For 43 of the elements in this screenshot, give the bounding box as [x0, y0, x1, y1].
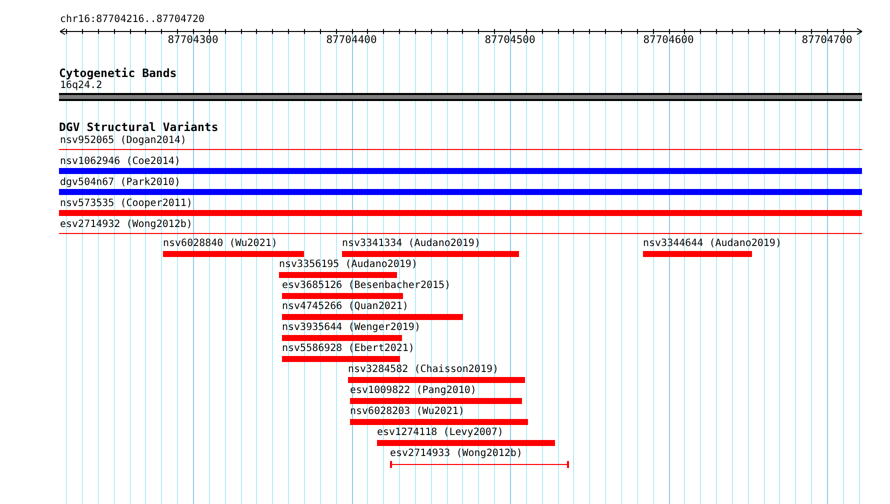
feature-bar[interactable] [643, 251, 752, 257]
tick-label: 87704300 [168, 34, 218, 46]
feature-bar[interactable] [163, 251, 304, 257]
feature-label: esv1009822 (Pang2010) [350, 385, 476, 397]
tick-label: 87704600 [643, 34, 694, 46]
feature-label: nsv573535 (Cooper2011) [60, 198, 192, 210]
feature-line[interactable] [390, 461, 569, 468]
feature-label: esv2714932 (Wong2012b) [60, 219, 192, 231]
track-title: Cytogenetic Bands [59, 67, 177, 80]
feature-label: esv1274118 (Levy2007) [377, 427, 504, 439]
feature-label: esv3685126 (Besenbacher2015) [282, 280, 451, 292]
tick-label: 87704400 [326, 34, 377, 46]
tick-label: 87704500 [484, 34, 536, 46]
feature-label: nsv3341334 (Audano2019) [342, 238, 480, 250]
feature-label: nsv1062946 (Coe2014) [60, 156, 180, 168]
track-title: DGV Structural Variants [59, 121, 218, 134]
feature-label: nsv6028203 (Wu2021) [350, 406, 464, 418]
feature-label: nsv3344644 (Audano2019) [643, 238, 782, 250]
feature-bar[interactable] [282, 356, 400, 362]
band-label: 16q24.2 [60, 80, 102, 92]
feature-bar[interactable] [350, 419, 528, 425]
tick-label: 87704700 [802, 34, 852, 46]
feature-bar[interactable] [279, 272, 397, 278]
feature-label: dgv504n67 (Park2010) [60, 177, 180, 189]
feature-label: nsv3356195 (Audano2019) [279, 259, 418, 271]
feature-bar[interactable] [59, 189, 862, 195]
feature-label: esv2714933 (Wong2012b) [390, 448, 522, 460]
feature-bar[interactable] [59, 168, 862, 174]
feature-label: nsv3284582 (Chaisson2019) [348, 364, 499, 376]
feature-bar[interactable] [282, 293, 403, 299]
feature-bar[interactable] [342, 251, 519, 257]
feature-label: nsv952065 (Dogan2014) [60, 135, 186, 147]
location-label: chr16:87704216..87704720 [60, 14, 204, 26]
feature-label: nsv3935644 (Wenger2019) [282, 322, 420, 334]
feature-bar[interactable] [282, 335, 402, 341]
feature-bar[interactable] [350, 398, 522, 404]
feature-bar[interactable] [282, 314, 463, 320]
feature-bar[interactable] [59, 210, 862, 216]
feature-label: nsv5586928 (Ebert2021) [282, 343, 414, 355]
feature-bar[interactable] [377, 440, 555, 446]
feature-label: nsv4745266 (Quan2021) [282, 301, 408, 313]
feature-label: nsv6028840 (Wu2021) [163, 238, 278, 250]
feature-bar[interactable] [348, 377, 525, 383]
